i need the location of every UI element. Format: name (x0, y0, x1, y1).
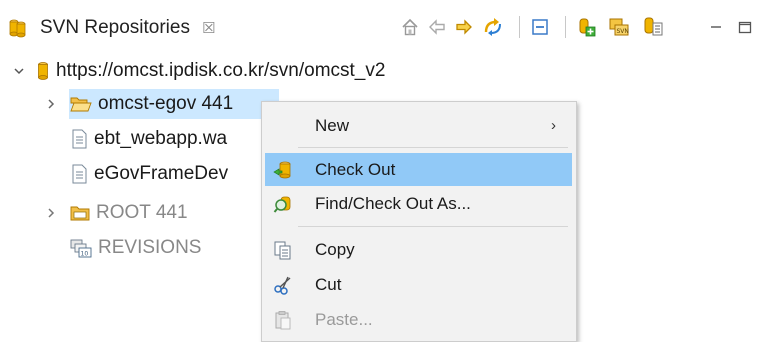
tree-item-label: ebt_webapp.wa (94, 128, 228, 149)
maximize-icon[interactable] (735, 16, 755, 38)
menu-item-find-check-out-as[interactable]: Find/Check Out As... (265, 187, 572, 220)
menu-item-check-out[interactable]: Check Out (265, 153, 572, 186)
tree-item-file[interactable]: eGovFrameDev (44, 159, 228, 189)
chevron-down-icon[interactable] (12, 65, 26, 77)
chevron-right-icon[interactable] (44, 207, 58, 219)
menu-item-label: Check Out (315, 159, 396, 179)
svn-repositories-icon (8, 18, 28, 38)
revisions-icon: 10 (70, 238, 92, 258)
menu-separator (298, 226, 568, 227)
submenu-arrow-icon: › (551, 117, 556, 134)
tree-item-label: ROOT 441 (96, 202, 188, 223)
file-icon (70, 164, 88, 184)
menu-item-label: New (315, 115, 350, 135)
menu-item-label: Cut (315, 274, 342, 294)
repository-url: https://omcst.ipdisk.co.kr/svn/omcst_v2 (56, 60, 386, 81)
new-repository-location-icon[interactable] (574, 16, 598, 38)
svg-text:10: 10 (81, 251, 89, 258)
chevron-right-icon[interactable] (44, 98, 58, 110)
tree-item-repository[interactable]: https://omcst.ipdisk.co.kr/svn/omcst_v2 (12, 56, 385, 86)
menu-item-copy[interactable]: Copy (265, 233, 572, 266)
tree-item-label: REVISIONS (98, 237, 202, 258)
menu-item-cut[interactable]: Cut (265, 268, 572, 301)
tree-item-folder[interactable]: omcst-egov 441 (44, 89, 233, 119)
scissors-icon (273, 275, 293, 295)
minimize-icon[interactable] (706, 16, 726, 38)
menu-item-label: Copy (315, 239, 355, 259)
repository-icon (36, 61, 50, 81)
menu-separator (298, 147, 568, 148)
menu-item-label: Find/Check Out As... (315, 193, 471, 213)
svn-import-icon[interactable]: SVN (606, 16, 632, 38)
tree-item-revisions[interactable]: 10 REVISIONS (44, 233, 201, 263)
find-checkout-icon (273, 194, 293, 214)
back-arrow-icon[interactable] (425, 16, 449, 38)
home-icon[interactable] (398, 16, 422, 38)
copy-icon (273, 240, 293, 260)
forward-arrow-icon[interactable] (452, 16, 476, 38)
view-header: SVN Repositories ☒ SVN (0, 0, 768, 50)
tree-item-label: omcst-egov 441 (98, 93, 234, 114)
toolbar-separator (519, 16, 520, 38)
collapse-all-icon[interactable] (528, 16, 552, 38)
checkout-icon (273, 160, 293, 180)
menu-item-label: Paste... (315, 309, 373, 329)
tree-item-file[interactable]: ebt_webapp.wa (44, 124, 227, 154)
paste-icon (273, 310, 293, 330)
svg-text:SVN: SVN (617, 28, 629, 35)
toolbar-separator (565, 16, 566, 38)
refresh-sync-icon[interactable] (480, 16, 506, 38)
close-view-icon[interactable]: ☒ (202, 19, 215, 37)
file-icon (70, 129, 88, 149)
context-menu: New › Check Out Find/Check Out As... Cop… (261, 101, 577, 342)
tree-item-label: eGovFrameDev (94, 163, 229, 184)
view-title: SVN Repositories (40, 17, 190, 38)
folder-icon (70, 204, 90, 222)
tree-item-folder[interactable]: ROOT 441 (44, 198, 188, 228)
svn-repositories-tab[interactable]: SVN Repositories ☒ (8, 14, 215, 42)
show-properties-icon[interactable] (640, 16, 666, 38)
menu-item-paste[interactable]: Paste... (265, 303, 572, 336)
menu-item-new[interactable]: New › (265, 109, 572, 142)
folder-open-icon (70, 95, 92, 113)
